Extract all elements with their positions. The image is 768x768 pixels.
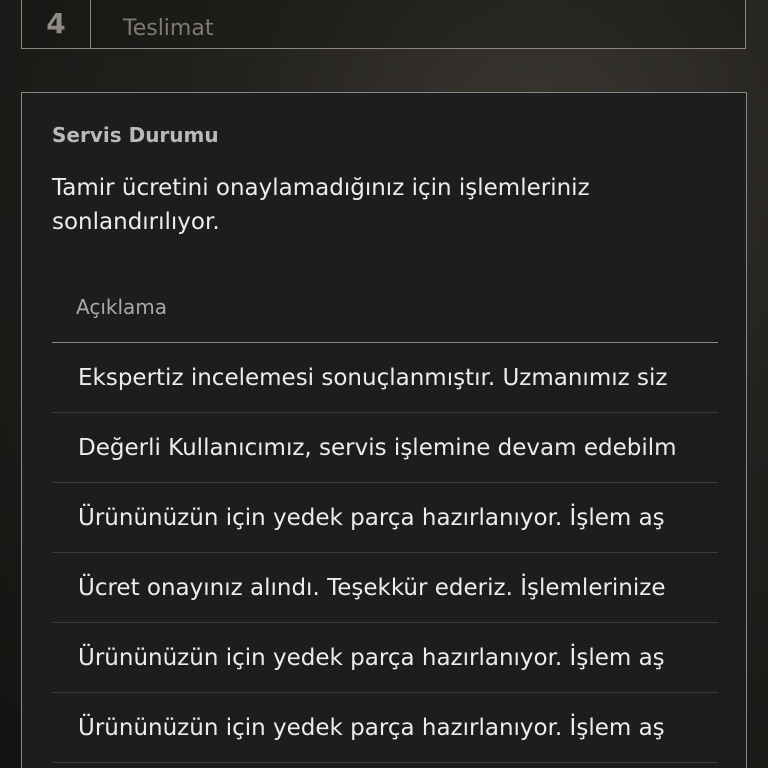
table-cell-description: Ekspertiz incelemesi sonuçlanmıştır. Uzm…: [78, 364, 668, 391]
table-row[interactable]: Ekspertiz incelemesi sonuçlanmıştır. Uzm…: [52, 343, 718, 413]
table-row[interactable]: Ürününüzün için yedek parça hazırlanıyor…: [52, 623, 718, 693]
table-cell-description: Değerli Kullanıcımız, servis işlemine de…: [78, 434, 677, 461]
table-row[interactable]: Değerli Kullanıcımız, servis işlemine de…: [52, 413, 718, 483]
step-indicator-delivery: 4 Teslimat: [21, 0, 746, 49]
step-label: Teslimat: [123, 16, 214, 41]
table-row[interactable]: Ücret onayınız alındı. Teşekkür ederiz. …: [52, 553, 718, 623]
step-number: 4: [22, 0, 91, 48]
table-cell-description: Ürününüzün için yedek parça hazırlanıyor…: [78, 714, 665, 741]
service-status-title: Servis Durumu: [52, 123, 219, 147]
description-table: Açıklama Ekspertiz incelemesi sonuçlanmı…: [52, 277, 718, 763]
table-row[interactable]: Ürününüzün için yedek parça hazırlanıyor…: [52, 483, 718, 553]
table-cell-description: Ürününüzün için yedek parça hazırlanıyor…: [78, 644, 665, 671]
table-cell-description: Ücret onayınız alındı. Teşekkür ederiz. …: [78, 574, 666, 601]
table-row[interactable]: Ürününüzün için yedek parça hazırlanıyor…: [52, 693, 718, 763]
service-status-card: Servis Durumu Tamir ücretini onaylamadığ…: [21, 92, 747, 768]
service-status-message: Tamir ücretini onaylamadığınız için işle…: [52, 175, 590, 235]
table-cell-description: Ürününüzün için yedek parça hazırlanıyor…: [78, 504, 665, 531]
table-header-description: Açıklama: [52, 277, 718, 343]
